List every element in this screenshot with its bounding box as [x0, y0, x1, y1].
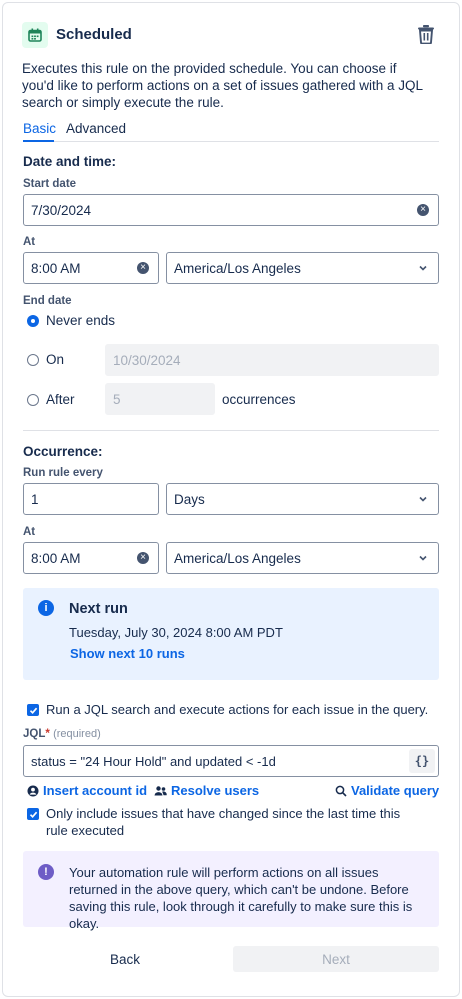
back-button[interactable]: Back	[23, 946, 227, 972]
run-every-input[interactable]: 1	[23, 483, 159, 515]
check-icon	[29, 811, 37, 818]
never-ends-label: Never ends	[46, 313, 116, 328]
only-changed-checkbox[interactable]	[27, 808, 39, 820]
section-divider	[23, 430, 439, 431]
jql-input[interactable]: status = "24 Hour Hold" and updated < -1…	[23, 745, 439, 777]
end-date-input[interactable]: 10/30/2024	[105, 344, 439, 376]
occurrence-heading: Occurrence:	[23, 444, 103, 459]
on-label: On	[46, 352, 65, 367]
user-circle-icon	[27, 785, 39, 796]
start-time-input[interactable]: 8:00 AM ×	[23, 252, 159, 284]
start-time-value: 8:00 AM	[31, 260, 81, 276]
tab-basic[interactable]: Basic	[23, 121, 56, 136]
show-next-runs-link[interactable]: Show next 10 runs	[70, 646, 185, 661]
occurrences-value: 5	[113, 391, 121, 407]
run-every-label: Run rule every	[23, 467, 103, 479]
chevron-down-icon	[419, 496, 427, 502]
required-marker: *	[45, 728, 50, 740]
search-icon	[335, 785, 347, 797]
start-date-label: Start date	[23, 178, 77, 190]
next-run-title: Next run	[69, 601, 128, 617]
jql-label: JQL* (required)	[23, 728, 101, 740]
insert-account-id-link[interactable]: Insert account id	[27, 783, 147, 798]
run-every-value: 1	[31, 491, 39, 507]
timezone-select[interactable]: America/Los Angeles	[166, 252, 439, 284]
clear-icon[interactable]: ×	[137, 262, 149, 274]
trash-icon[interactable]	[414, 22, 438, 46]
jql-checkbox-label: Run a JQL search and execute actions for…	[46, 702, 429, 717]
braces-button[interactable]: {}	[409, 749, 435, 773]
radio-never-ends[interactable]	[27, 315, 39, 327]
occurrence-at-label: At	[23, 526, 36, 538]
occurrences-input[interactable]: 5	[105, 383, 215, 415]
interval-unit-select[interactable]: Days	[166, 483, 439, 515]
exclamation-icon: !	[38, 864, 54, 880]
start-date-input[interactable]: 7/30/2024 ×	[23, 194, 439, 226]
check-icon	[29, 707, 37, 714]
chevron-down-icon	[419, 265, 427, 271]
radio-after[interactable]	[27, 394, 39, 406]
insert-account-id-label: Insert account id	[43, 783, 148, 798]
calendar-icon	[22, 22, 48, 48]
next-run-datetime: Tuesday, July 30, 2024 8:00 AM PDT	[69, 625, 283, 640]
next-button[interactable]: Next	[233, 946, 439, 972]
info-icon: i	[38, 600, 54, 616]
occurrence-time-value: 8:00 AM	[31, 550, 81, 566]
at-label: At	[23, 236, 36, 248]
trigger-title: Scheduled	[56, 26, 132, 43]
occurrence-timezone-select[interactable]: America/Los Angeles	[166, 542, 439, 574]
resolve-users-link[interactable]: Resolve users	[154, 783, 259, 798]
jql-checkbox[interactable]	[27, 704, 39, 716]
occurrences-label: occurrences	[222, 392, 296, 407]
only-changed-label: Only include issues that have changed si…	[46, 806, 401, 838]
tab-divider	[23, 141, 439, 142]
warning-text: Your automation rule will perform action…	[69, 865, 413, 931]
resolve-users-label: Resolve users	[171, 783, 260, 798]
interval-unit-value: Days	[174, 491, 205, 507]
timezone-value: America/Los Angeles	[174, 260, 301, 276]
trigger-description: Executes this rule on the provided sched…	[22, 61, 423, 110]
clear-icon[interactable]: ×	[137, 552, 149, 564]
jql-value: status = "24 Hour Hold" and updated < -1…	[31, 753, 276, 769]
clear-icon[interactable]: ×	[417, 204, 429, 216]
tab-active-indicator	[23, 140, 54, 142]
validate-query-label: Validate query	[351, 783, 440, 798]
required-text: (required)	[53, 728, 101, 740]
radio-on-date[interactable]	[27, 354, 39, 366]
occurrence-time-input[interactable]: 8:00 AM ×	[23, 542, 159, 574]
date-time-heading: Date and time:	[23, 154, 117, 169]
end-date-label: End date	[23, 295, 72, 307]
tab-advanced[interactable]: Advanced	[66, 121, 126, 136]
chevron-down-icon	[419, 555, 427, 561]
validate-query-link[interactable]: Validate query	[335, 783, 439, 798]
start-date-value: 7/30/2024	[31, 202, 92, 218]
after-label: After	[46, 392, 75, 407]
end-date-value: 10/30/2024	[113, 352, 181, 368]
jql-label-text: JQL	[23, 728, 46, 740]
occurrence-timezone-value: America/Los Angeles	[174, 550, 301, 566]
users-icon	[154, 785, 167, 795]
